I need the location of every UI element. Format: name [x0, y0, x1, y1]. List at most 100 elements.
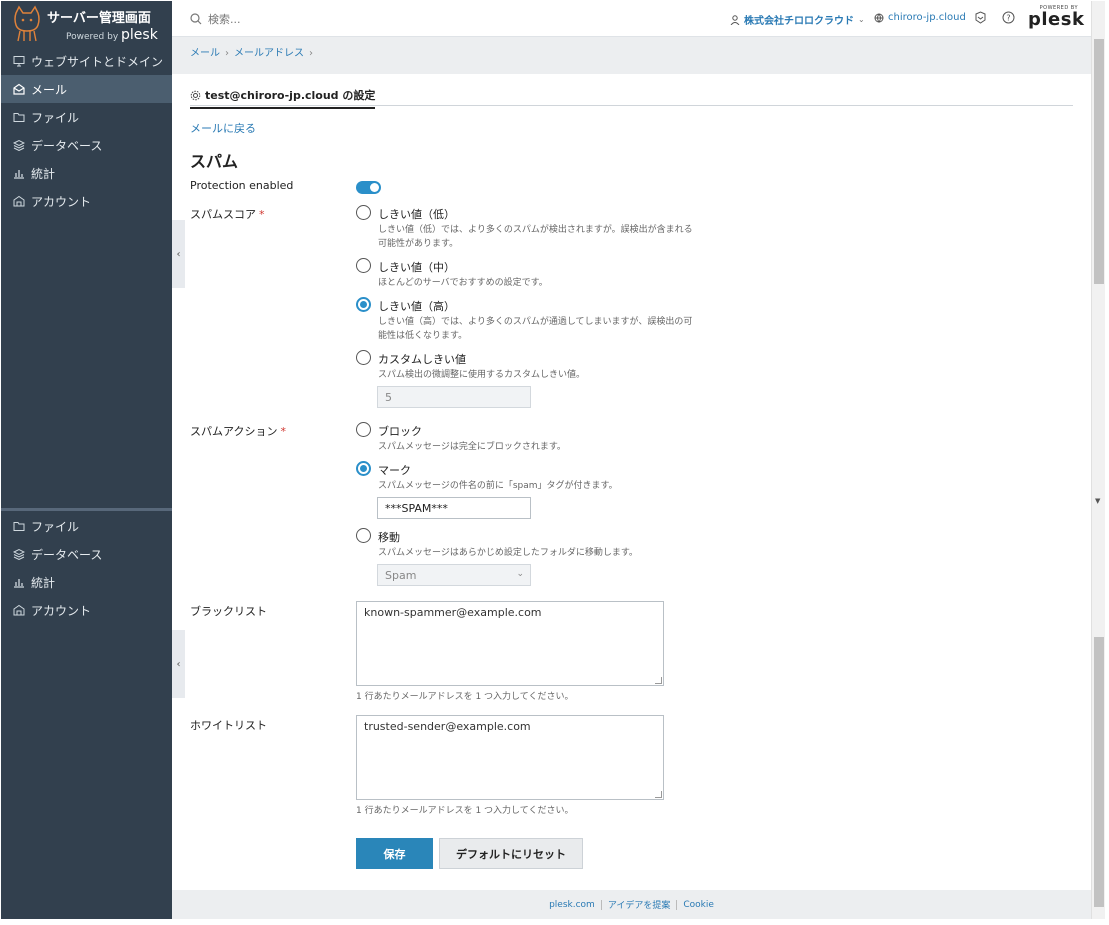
breadcrumb-item-addresses[interactable]: メールアドレス — [234, 48, 304, 59]
database-icon — [13, 548, 25, 560]
radio-action-block-hint: スパムメッセージは完全にブロックされます。 — [378, 442, 566, 452]
sidebar-item-label: ウェブサイトとドメイン — [31, 54, 164, 69]
sidebar-item-files[interactable]: ファイル — [1, 512, 172, 540]
folder-icon — [13, 522, 25, 531]
sidebar-item-label: データベース — [31, 547, 103, 562]
radio-threshold-custom[interactable] — [356, 350, 371, 365]
sidebar-item-account[interactable]: アカウント — [1, 187, 172, 215]
blacklist-textarea[interactable]: known-spammer@example.com — [356, 601, 664, 686]
sidebar-item-databases[interactable]: データベース — [1, 131, 172, 159]
sidebar-item-label: ファイル — [31, 110, 80, 125]
extension-icon[interactable] — [974, 11, 987, 24]
scroll-down-arrow-icon[interactable]: ▼ — [1095, 497, 1100, 505]
sidebar-item-mail[interactable]: メール — [1, 75, 172, 103]
chart-icon — [14, 170, 24, 179]
radio-action-mark-hint: スパムメッセージの件名の前に「spam」タグが付きます。 — [378, 481, 618, 491]
custom-threshold-input[interactable]: 5 — [377, 386, 531, 408]
radio-threshold-high-hint: しきい値（高）では、より多くのスパムが通過してしまいますが、誤検出の可能性は低く… — [378, 317, 693, 341]
search-input[interactable]: 検索... — [190, 11, 241, 27]
blacklist-label: ブラックリスト — [190, 605, 267, 618]
footer-link-cookie[interactable]: Cookie — [683, 900, 714, 910]
account-menu[interactable]: 株式会社チロロクラウド ⌄ — [730, 12, 865, 27]
move-folder-value: Spam — [385, 569, 417, 582]
sidebar-item-databases[interactable]: データベース — [1, 540, 172, 568]
sidebar-item-account[interactable]: アカウント — [1, 596, 172, 624]
radio-action-move-hint: スパムメッセージはあらかじめ設定したフォルダに移動します。 — [378, 548, 638, 558]
breadcrumb-item-mail[interactable]: メール — [190, 48, 220, 59]
footer-link-plesk[interactable]: plesk.com — [549, 900, 595, 910]
protection-label: Protection enabled — [190, 179, 294, 192]
scrollbar-thumb[interactable] — [1094, 637, 1104, 907]
sidebar-item-statistics[interactable]: 統計 — [1, 568, 172, 596]
svg-text:?: ? — [1006, 14, 1010, 23]
sidebar-item-statistics[interactable]: 統計 — [1, 159, 172, 187]
domain-link[interactable]: chiroro-jp.cloud — [874, 12, 966, 23]
sidebar-item-label: データベース — [31, 138, 103, 153]
account-name: 株式会社チロロクラウド — [744, 16, 854, 27]
monitor-icon — [13, 56, 25, 67]
whitelist-hint: 1 行あたりメールアドレスを 1 つ入力してください。 — [356, 806, 574, 816]
sidebar-logo[interactable]: サーバー管理画面 Powered by plesk — [1, 1, 172, 47]
breadcrumb-separator: › — [225, 48, 229, 59]
radio-action-mark[interactable] — [356, 461, 371, 476]
cat-logo-icon — [14, 5, 40, 42]
radio-threshold-high-label: しきい値（高） — [378, 300, 455, 313]
sidebar-divider — [1, 508, 172, 511]
mail-icon — [13, 83, 25, 95]
radio-action-move[interactable] — [356, 528, 371, 543]
scrollbar[interactable]: ▼ — [1091, 1, 1105, 919]
move-folder-select[interactable]: Spam ⌄ — [377, 564, 531, 586]
radio-threshold-low[interactable] — [356, 205, 371, 220]
footer: plesk.com アイデアを提案 Cookie — [172, 890, 1091, 919]
sidebar-item-label: メール — [31, 82, 68, 97]
tab-label: test@chiroro-jp.cloud の設定 — [205, 89, 376, 102]
radio-threshold-high[interactable] — [356, 297, 371, 312]
radio-threshold-custom-hint: スパム検出の微調整に使用するカスタムしきい値。 — [378, 370, 586, 380]
domain-name: chiroro-jp.cloud — [888, 12, 966, 23]
reset-default-button[interactable]: デフォルトにリセット — [439, 838, 583, 869]
plesk-logo[interactable]: POWERED BY plesk — [1028, 5, 1085, 30]
sidebar-nav-secondary: ファイル データベース 統計 アカウント — [1, 512, 172, 624]
radio-action-move-label: 移動 — [378, 531, 400, 544]
sidebar-item-websites[interactable]: ウェブサイトとドメイン — [1, 47, 172, 75]
protection-toggle[interactable] — [356, 181, 381, 194]
chevron-down-icon: ⌄ — [858, 15, 865, 24]
account-icon — [13, 604, 25, 616]
sidebar-item-label: アカウント — [31, 603, 92, 618]
chevron-down-icon: ⌄ — [516, 569, 524, 579]
plesk-logo-text: plesk — [1028, 9, 1085, 30]
page-title: スパム — [190, 152, 239, 171]
user-icon — [730, 14, 740, 25]
footer-link-suggest[interactable]: アイデアを提案 — [608, 898, 671, 911]
whitelist-textarea[interactable]: trusted-sender@example.com — [356, 715, 664, 800]
globe-icon — [874, 13, 884, 23]
radio-threshold-medium-hint: ほとんどのサーバでおすすめの設定です。 — [378, 278, 548, 288]
sidebar-item-label: ファイル — [31, 519, 80, 534]
sidebar-nav: ウェブサイトとドメイン メール ファイル データベース 統計 アカウント — [1, 47, 172, 215]
whitelist-label: ホワイトリスト — [190, 719, 267, 732]
spam-tag-input[interactable]: ***SPAM*** — [377, 497, 531, 519]
sidebar-item-label: アカウント — [31, 194, 92, 209]
top-header: 検索... 株式会社チロロクラウド ⌄ chiroro-jp.cloud ? P… — [172, 1, 1091, 37]
sidebar-item-label: 統計 — [31, 575, 56, 590]
scrollbar-thumb[interactable] — [1094, 39, 1104, 284]
footer-separator — [600, 899, 602, 910]
chart-icon — [14, 579, 24, 588]
save-button[interactable]: 保存 — [356, 838, 433, 869]
sidebar-item-label: 統計 — [31, 166, 56, 181]
folder-icon — [13, 113, 25, 122]
help-icon[interactable]: ? — [1002, 11, 1015, 24]
account-icon — [13, 195, 25, 207]
radio-action-block-label: ブロック — [378, 425, 422, 438]
sidebar: サーバー管理画面 Powered by plesk ウェブサイトとドメイン メー… — [1, 1, 172, 919]
back-link[interactable]: メールに戻る — [190, 120, 256, 136]
sidebar-item-files[interactable]: ファイル — [1, 103, 172, 131]
radio-threshold-medium-label: しきい値（中） — [378, 261, 455, 274]
radio-threshold-medium[interactable] — [356, 258, 371, 273]
radio-action-mark-label: マーク — [378, 464, 411, 477]
database-icon — [13, 139, 25, 151]
breadcrumb-separator: › — [309, 48, 313, 59]
footer-separator — [676, 899, 678, 910]
radio-action-block[interactable] — [356, 422, 371, 437]
search-placeholder: 検索... — [208, 13, 241, 26]
